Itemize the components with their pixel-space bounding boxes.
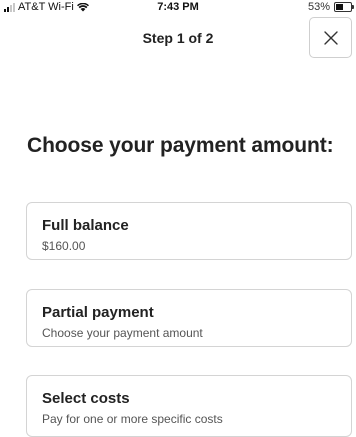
- page-title: Choose your payment amount:: [27, 134, 334, 157]
- option-subtitle: Choose your payment amount: [42, 326, 203, 340]
- step-indicator: Step 1 of 2: [142, 30, 214, 46]
- option-subtitle: Pay for one or more specific costs: [42, 412, 223, 426]
- option-title: Partial payment: [42, 304, 154, 321]
- battery-level-fill: [336, 4, 343, 10]
- status-time: 7:43 PM: [157, 1, 199, 13]
- option-title: Full balance: [42, 217, 129, 234]
- status-bar: AT&T Wi-Fi 7:43 PM 53%: [0, 0, 356, 18]
- close-button[interactable]: [309, 17, 352, 58]
- battery-percent: 53%: [307, 1, 330, 13]
- option-partial-payment[interactable]: Partial payment Choose your payment amou…: [26, 289, 352, 347]
- battery-icon: [334, 2, 354, 12]
- option-full-balance[interactable]: Full balance $160.00: [26, 202, 352, 260]
- option-title: Select costs: [42, 390, 130, 407]
- option-subtitle: $160.00: [42, 239, 86, 253]
- option-select-costs[interactable]: Select costs Pay for one or more specifi…: [26, 375, 352, 437]
- close-icon: [323, 30, 338, 45]
- status-right: 53%: [307, 1, 354, 13]
